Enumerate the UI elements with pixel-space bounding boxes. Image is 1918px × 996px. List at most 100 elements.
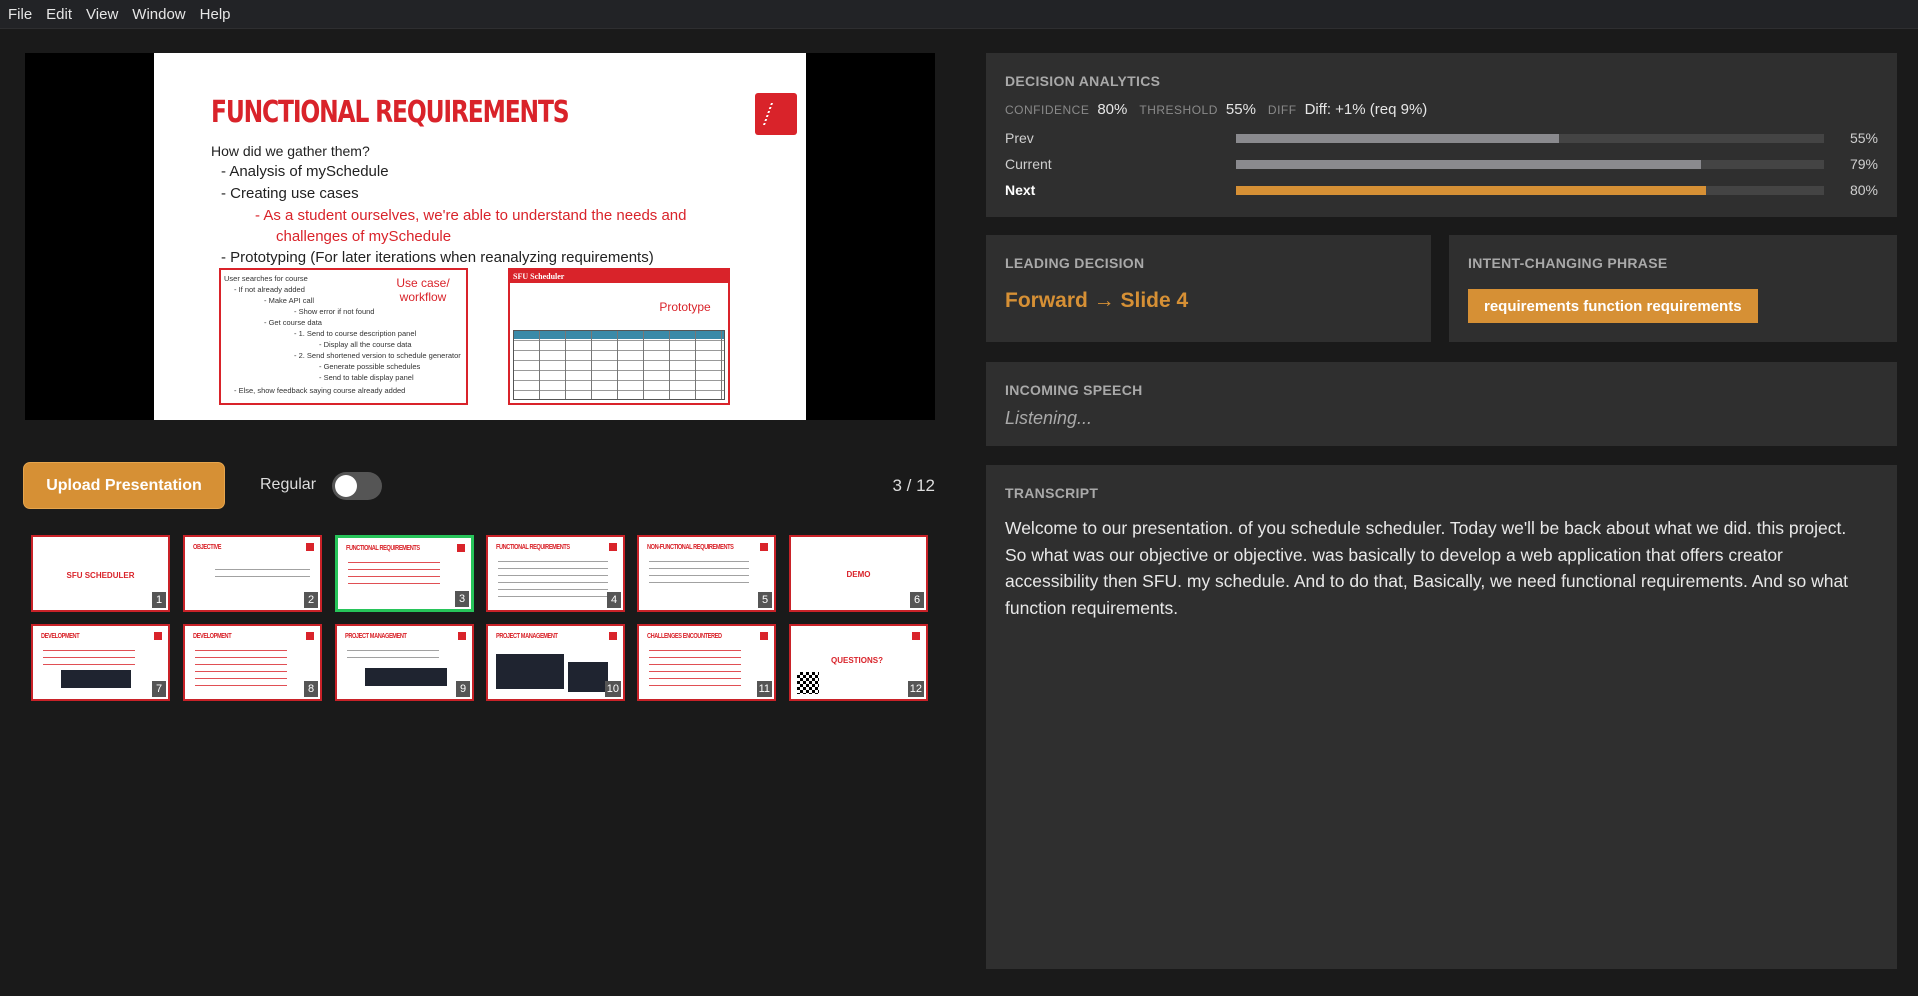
thumb-logo <box>154 632 162 640</box>
thumb-title: QUESTIONS? <box>831 656 884 665</box>
usecase-box: User searches for course - If not alread… <box>219 268 468 405</box>
mode-label: Regular <box>260 476 317 493</box>
slide-logo <box>755 93 797 135</box>
intent-phrase-chip: requirements function requirements <box>1468 289 1758 323</box>
thumb-title: OBJECTIVE <box>193 544 222 551</box>
slide-line: - Prototyping (For later iterations when… <box>221 249 654 266</box>
slide-line: - Analysis of mySchedule <box>221 163 389 180</box>
thumb-title: DEVELOPMENT <box>41 633 80 640</box>
menu-edit[interactable]: Edit <box>46 6 72 23</box>
bar-fill <box>1236 134 1560 143</box>
decision-analytics-panel: DECISION ANALYTICS CONFIDENCE 80% THRESH… <box>986 53 1897 217</box>
bar-label: Current <box>1005 156 1052 172</box>
transcript-text: Welcome to our presentation. of you sche… <box>1005 518 1849 618</box>
slide-thumbnail-11[interactable]: CHALLENGES ENCOUNTERED 11 <box>637 624 776 701</box>
slide-line: - As a student ourselves, we're able to … <box>255 207 687 224</box>
transcript-panel: TRANSCRIPT Welcome to our presentation. … <box>986 465 1897 969</box>
thumb-content <box>649 557 749 587</box>
thumb-logo <box>760 543 768 551</box>
slide-thumbnail-3[interactable]: FUNCTIONAL REQUIREMENTS 3 <box>335 535 474 612</box>
thumb-number: 5 <box>758 592 772 608</box>
slide-thumbnail-4[interactable]: FUNCTIONAL REQUIREMENTS 4 <box>486 535 625 612</box>
thumb-number: 6 <box>910 592 924 608</box>
thumb-number: 4 <box>607 592 621 608</box>
usecase-line: - Display all the course data <box>319 340 412 349</box>
threshold-value: 55% <box>1225 101 1256 118</box>
thumb-logo <box>306 543 314 551</box>
bar-track <box>1236 160 1824 169</box>
usecase-line: User searches for course <box>224 274 308 283</box>
bar-percent: 79% <box>1849 156 1878 172</box>
usecase-label: Use case/ workflow <box>396 276 450 304</box>
usecase-line: - Else, show feedback saying course alre… <box>234 386 406 395</box>
toggle-knob <box>335 475 357 497</box>
usecase-line: - 2. Send shortened version to schedule … <box>294 351 461 360</box>
confidence-value: 80% <box>1097 101 1128 118</box>
slide-thumbnail-10[interactable]: PROJECT MANAGEMENT 10 <box>486 624 625 701</box>
bar-label: Next <box>1005 182 1036 198</box>
intent-phrase-panel: INTENT-CHANGING PHRASE requirements func… <box>1449 235 1897 342</box>
thumb-logo <box>609 632 617 640</box>
bar-row-current: Current 79% <box>1005 154 1878 174</box>
speech-status: Listening... <box>1005 408 1093 428</box>
thumb-number: 12 <box>907 681 924 697</box>
bar-track <box>1236 186 1824 195</box>
bar-label: Prev <box>1005 130 1034 146</box>
slide-counter: 3 / 12 <box>892 476 935 495</box>
bar-track <box>1236 134 1824 143</box>
slide-thumbnail-9[interactable]: PROJECT MANAGEMENT 9 <box>335 624 474 701</box>
thumb-content <box>649 646 741 686</box>
diff-value: Diff: +1% (req 9%) <box>1304 101 1428 118</box>
bar-fill <box>1236 186 1707 195</box>
slide-thumbnail-2[interactable]: OBJECTIVE 2 <box>183 535 322 612</box>
leading-decision-value: Forward → Slide 4 <box>1005 289 1189 312</box>
slide-title: FUNCTIONAL REQUIREMENTS <box>211 95 570 130</box>
menu-file[interactable]: File <box>8 6 32 23</box>
thumb-content <box>348 558 440 584</box>
thumb-title: SFU SCHEDULER <box>66 571 135 580</box>
thumb-content <box>195 646 287 686</box>
slide-line: - Creating use cases <box>221 185 359 202</box>
thumb-logo <box>760 632 768 640</box>
usecase-line: - Generate possible schedules <box>319 362 421 371</box>
slide-thumbnail-7[interactable]: DEVELOPMENT 7 <box>31 624 170 701</box>
thumb-content <box>347 646 439 662</box>
prototype-box: SFU Scheduler Prototype <box>508 268 730 405</box>
thumb-number: 8 <box>304 681 318 697</box>
mode-toggle[interactable] <box>332 472 382 500</box>
bar-percent: 55% <box>1849 130 1878 146</box>
analytics-metrics: CONFIDENCE 80% THRESHOLD 55% DIFF Diff: … <box>1005 101 1439 118</box>
bar-percent: 80% <box>1849 182 1878 198</box>
thumb-title: DEVELOPMENT <box>193 633 232 640</box>
slide-stage: FUNCTIONAL REQUIREMENTS How did we gathe… <box>25 53 935 420</box>
slide-thumbnail-6[interactable]: DEMO 6 <box>789 535 928 612</box>
thumb-number: 10 <box>604 681 621 697</box>
slide-thumbnail-5[interactable]: NON-FUNCTIONAL REQUIREMENTS 5 <box>637 535 776 612</box>
bar-row-next: Next 80% <box>1005 180 1878 200</box>
current-slide: FUNCTIONAL REQUIREMENTS How did we gathe… <box>154 53 806 420</box>
thumb-number: 11 <box>756 681 772 697</box>
slide-thumbnail-8[interactable]: DEVELOPMENT 8 <box>183 624 322 701</box>
thumb-title: PROJECT MANAGEMENT <box>345 633 407 640</box>
menu-window[interactable]: Window <box>132 6 185 23</box>
menu-help[interactable]: Help <box>200 6 231 23</box>
qr-code-icon <box>797 672 819 694</box>
menu-view[interactable]: View <box>86 6 118 23</box>
thumb-logo <box>458 632 466 640</box>
usecase-line: - Send to table display panel <box>319 373 414 382</box>
slide-thumbnail-12[interactable]: QUESTIONS? 12 <box>789 624 928 701</box>
thumb-title: FUNCTIONAL REQUIREMENTS <box>496 544 570 551</box>
menu-bar: File Edit View Window Help <box>0 0 1918 29</box>
slide-thumbnail-1[interactable]: SFU SCHEDULER 1 <box>31 535 170 612</box>
slide-line: challenges of mySchedule <box>276 228 452 245</box>
panel-title: DECISION ANALYTICS <box>1005 73 1161 89</box>
prototype-header: SFU Scheduler <box>510 270 728 283</box>
upload-presentation-button[interactable]: Upload Presentation <box>23 462 225 509</box>
panel-title: INTENT-CHANGING PHRASE <box>1468 255 1668 271</box>
thumb-screenshot <box>568 662 608 692</box>
prototype-table <box>513 330 725 400</box>
thumb-content <box>43 646 135 666</box>
usecase-line: - 1. Send to course description panel <box>294 329 417 338</box>
diff-key: DIFF <box>1267 103 1297 117</box>
leading-decision-panel: LEADING DECISION Forward → Slide 4 <box>986 235 1431 342</box>
